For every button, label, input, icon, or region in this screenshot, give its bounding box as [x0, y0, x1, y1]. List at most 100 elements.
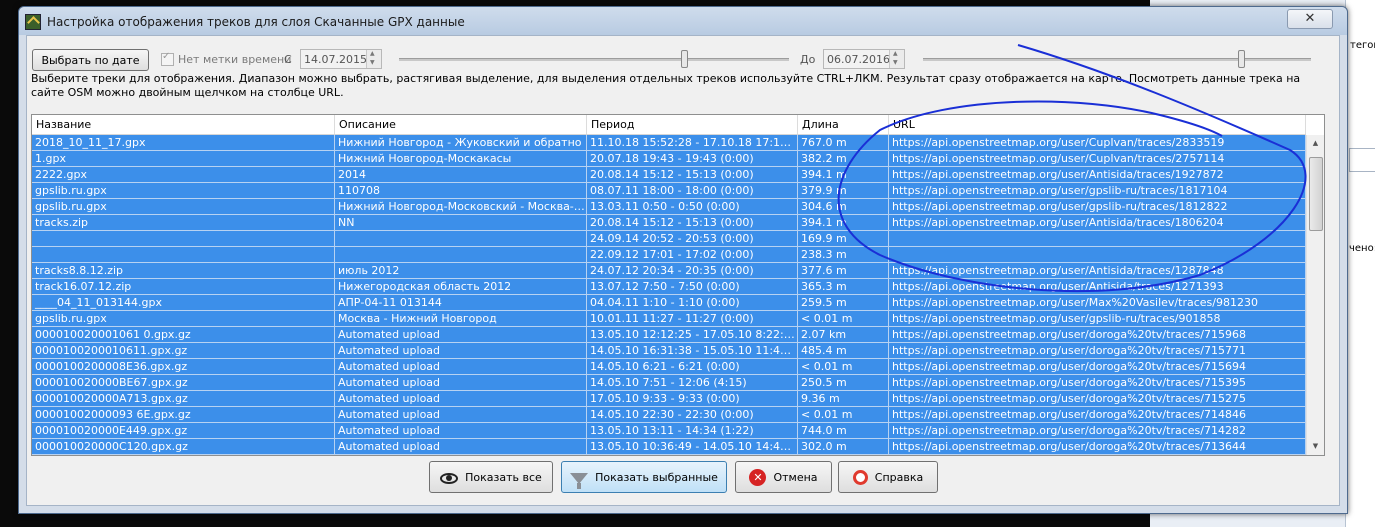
table-cell: 394.1 m	[798, 167, 889, 182]
show-all-label: Показать все	[465, 470, 542, 484]
table-row[interactable]: 0000100200008E36.gpx.gz Automated upload 1…	[32, 359, 1306, 375]
table-cell[interactable]: https://api.openstreetmap.org/user/CupIv…	[889, 135, 1306, 150]
table-cell[interactable]: https://api.openstreetmap.org/user/dorog…	[889, 407, 1306, 422]
table-row[interactable]: 0000100200010611.gpx.gz Automated upload 1…	[32, 343, 1306, 359]
show-selected-button[interactable]: Показать выбранные	[561, 461, 727, 493]
table-row[interactable]: 2222.gpx 2014 20.08.14 15:12 - 15:13 (0:00…	[32, 167, 1306, 183]
table-cell: < 0.01 m	[798, 407, 889, 422]
show-all-button[interactable]: Показать все	[429, 461, 553, 493]
column-header[interactable]: Период	[587, 115, 798, 134]
to-date-spinner[interactable]: 06.07.2016	[823, 49, 905, 69]
table-cell[interactable]: https://api.openstreetmap.org/user/CupIv…	[889, 151, 1306, 166]
table-cell: 14.05.10 6:21 - 6:21 (0:00)	[587, 359, 798, 374]
table-row[interactable]: 000010020000BE67.gpx.gz Automated upload 1…	[32, 375, 1306, 391]
table-cell: 9.36 m	[798, 391, 889, 406]
table-cell: Нижний Новгород-Московский - Москва-Пасс…	[335, 199, 587, 214]
scroll-thumb[interactable]	[1309, 157, 1323, 231]
table-cell[interactable]: https://api.openstreetmap.org/user/dorog…	[889, 327, 1306, 342]
table-row[interactable]: track16.07.12.zip Нижегородская область 2…	[32, 279, 1306, 295]
table-cell[interactable]	[889, 247, 1306, 262]
spinner-arrows-icon[interactable]	[889, 50, 904, 68]
table-cell[interactable]: https://api.openstreetmap.org/user/Antis…	[889, 215, 1306, 230]
table-cell: 2014	[335, 167, 587, 182]
table-cell[interactable]: https://api.openstreetmap.org/user/dorog…	[889, 439, 1306, 454]
checkbox-icon	[161, 51, 174, 66]
column-header[interactable]: Название	[32, 115, 335, 134]
vertical-scrollbar[interactable]: ▲ ▼	[1306, 135, 1324, 455]
table-row[interactable]: ____04_11_013144.gpx АПР-04-11 013144 04.0…	[32, 295, 1306, 311]
table-cell: 20.08.14 15:12 - 15:13 (0:00)	[587, 167, 798, 182]
filter-icon	[570, 472, 589, 489]
table-cell[interactable]: https://api.openstreetmap.org/user/dorog…	[889, 423, 1306, 438]
column-header[interactable]: URL	[889, 115, 1306, 134]
no-timestamp-checkbox[interactable]: Нет метки времени	[161, 51, 292, 66]
table-row[interactable]: 22.09.12 17:01 - 17:02 (0:00) 238.3 m	[32, 247, 1306, 263]
table-cell[interactable]: https://api.openstreetmap.org/user/dorog…	[889, 375, 1306, 390]
table-row[interactable]: 000010020000E449.gpx.gz Automated upload 1…	[32, 423, 1306, 439]
table-cell: 13.05.10 12:12:25 - 17.05.10 8:22:39 (..…	[587, 327, 798, 342]
table-row[interactable]: tracks.zip NN 20.08.14 15:12 - 15:13 (0:00…	[32, 215, 1306, 231]
table-cell[interactable]: https://api.openstreetmap.org/user/dorog…	[889, 391, 1306, 406]
table-cell: 377.6 m	[798, 263, 889, 278]
table-header: Название Описание Период Длина URL	[32, 115, 1306, 135]
lifebuoy-icon	[852, 469, 868, 485]
select-by-date-button[interactable]: Выбрать по дате	[32, 49, 149, 71]
table-cell[interactable]	[889, 231, 1306, 246]
table-row[interactable]: 1.gpx Нижний Новгород-Москакасы 20.07.18 1…	[32, 151, 1306, 167]
column-header[interactable]: Описание	[335, 115, 587, 134]
help-button[interactable]: Справка	[838, 461, 938, 493]
to-date-value: 06.07.2016	[827, 53, 890, 66]
column-header[interactable]: Длина	[798, 115, 889, 134]
table-row[interactable]: 000010020001061 0.gpx.gz Automated upload…	[32, 327, 1306, 343]
table-cell: 744.0 m	[798, 423, 889, 438]
to-date-slider-track[interactable]	[923, 58, 1311, 61]
from-date-spinner[interactable]: 14.07.2015	[300, 49, 382, 69]
table-row[interactable]: 24.09.14 20:52 - 20:53 (0:00) 169.9 m	[32, 231, 1306, 247]
table-cell: 14.05.10 16:31:38 - 15.05.10 11:49:37 ..…	[587, 343, 798, 358]
from-date-slider-track[interactable]	[399, 58, 789, 61]
table-cell[interactable]: https://api.openstreetmap.org/user/gpsli…	[889, 183, 1306, 198]
table-row[interactable]: gpslib.ru.gpx Москва - Нижний Новгород 10.…	[32, 311, 1306, 327]
table-cell: 000010020001061 0.gpx.gz	[32, 327, 335, 342]
table-row[interactable]: tracks8.8.12.zip июль 2012 24.07.12 20:34 …	[32, 263, 1306, 279]
table-cell: 1.gpx	[32, 151, 335, 166]
table-cell[interactable]: https://api.openstreetmap.org/user/Antis…	[889, 279, 1306, 294]
table-row[interactable]: 000010020000A713.gpx.gz Automated upload 1…	[32, 391, 1306, 407]
table-cell[interactable]: https://api.openstreetmap.org/user/gpsli…	[889, 311, 1306, 326]
table-cell: 000010020000E449.gpx.gz	[32, 423, 335, 438]
close-button[interactable]: ✕	[1287, 9, 1333, 29]
table-cell	[335, 247, 587, 262]
scroll-down-icon[interactable]: ▼	[1307, 438, 1324, 455]
table-cell: Automated upload	[335, 407, 587, 422]
scroll-up-icon[interactable]: ▲	[1307, 135, 1324, 152]
table-row[interactable]: gpslib.ru.gpx Нижний Новгород-Московский …	[32, 199, 1306, 215]
table-cell: 13.05.10 10:36:49 - 14.05.10 14:47:31 ..…	[587, 439, 798, 454]
table-cell[interactable]: https://api.openstreetmap.org/user/Max%2…	[889, 295, 1306, 310]
table-row[interactable]: 2018_10_11_17.gpx Нижний Новгород - Жуков…	[32, 135, 1306, 151]
help-label: Справка	[874, 470, 924, 484]
table-cell: 0000100200008E36.gpx.gz	[32, 359, 335, 374]
table-row[interactable]: gpslib.ru.gpx 110708 08.07.11 18:00 - 18:0…	[32, 183, 1306, 199]
to-date-slider-thumb[interactable]	[1238, 50, 1245, 68]
table-cell[interactable]: https://api.openstreetmap.org/user/Antis…	[889, 167, 1306, 182]
from-date-slider-thumb[interactable]	[681, 50, 688, 68]
table-cell[interactable]: https://api.openstreetmap.org/user/dorog…	[889, 359, 1306, 374]
spinner-arrows-icon[interactable]	[366, 50, 381, 68]
table-cell: 24.09.14 20:52 - 20:53 (0:00)	[587, 231, 798, 246]
table-cell: 365.3 m	[798, 279, 889, 294]
table-cell[interactable]: https://api.openstreetmap.org/user/dorog…	[889, 343, 1306, 358]
title-bar[interactable]: Настройка отображения треков для слоя Ск…	[19, 7, 1347, 35]
table-cell: 379.9 m	[798, 183, 889, 198]
table-body[interactable]: 2018_10_11_17.gpx Нижний Новгород - Жуков…	[32, 135, 1306, 455]
table-row[interactable]: 000010020000C120.gpx.gz Automated upload 1…	[32, 439, 1306, 455]
table-cell[interactable]: https://api.openstreetmap.org/user/gpsli…	[889, 199, 1306, 214]
table-cell: 169.9 m	[798, 231, 889, 246]
table-cell: 000010020000C120.gpx.gz	[32, 439, 335, 454]
no-timestamp-label: Нет метки времени	[178, 53, 292, 66]
tracks-table[interactable]: Название Описание Период Длина URL 2018_10_1…	[31, 114, 1325, 456]
table-cell[interactable]: https://api.openstreetmap.org/user/Antis…	[889, 263, 1306, 278]
table-row[interactable]: 00001002000093 6E.gpx.gz Automated upload…	[32, 407, 1306, 423]
table-cell: 00001002000093 6E.gpx.gz	[32, 407, 335, 422]
table-cell: gpslib.ru.gpx	[32, 183, 335, 198]
cancel-button[interactable]: ✕ Отмена	[735, 461, 832, 493]
